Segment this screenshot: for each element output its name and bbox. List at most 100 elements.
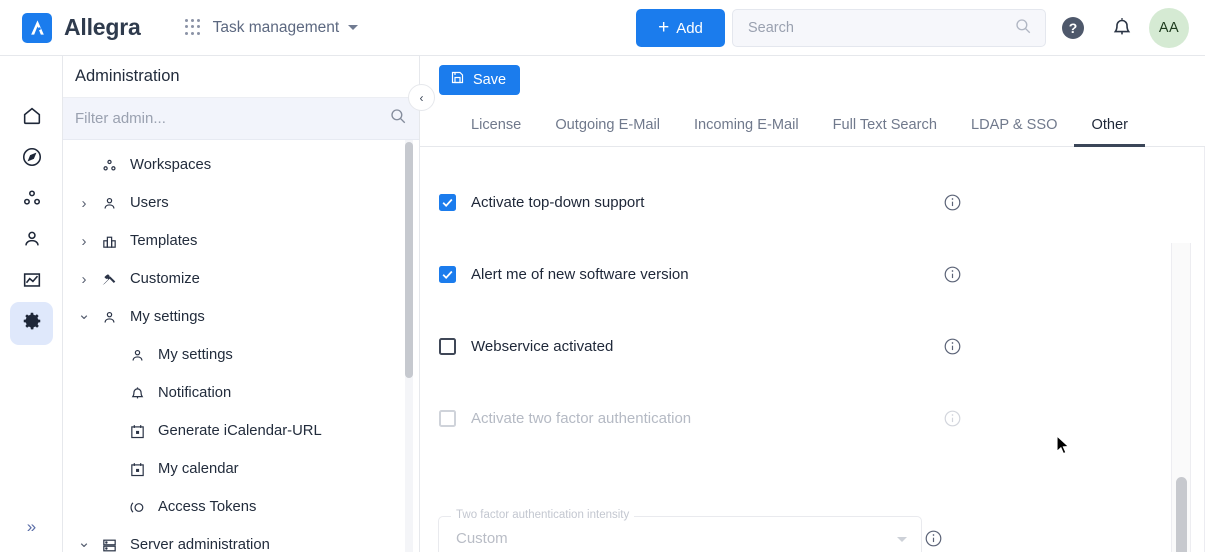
rail-expand-button[interactable]: » [10,510,53,544]
main-content: Save LicenseOutgoing E-MailIncoming E-Ma… [420,56,1205,552]
icon-rail: » [0,56,63,552]
two-factor-intensity-label: Two factor authentication intensity [451,509,634,521]
tab-ldap-sso[interactable]: LDAP & SSO [954,117,1075,147]
rail-item-people[interactable] [10,220,53,263]
bell-icon [123,385,151,402]
two-factor-intensity-value: Custom [456,530,508,547]
rail-item-reports[interactable] [10,261,53,304]
tree-item-customize[interactable]: › Customize [63,260,419,298]
floppy-disk-icon [450,70,465,89]
top-header-bar: Allegra Task management + Add ? [0,0,1205,56]
tree-item-label: Generate iCalendar-URL [158,423,322,439]
avatar[interactable]: AA [1149,8,1189,48]
tree-item-templates[interactable]: ›Templates [63,222,419,260]
admin-tree: ⌄Server administration Access Tokens My ca… [63,140,419,552]
info-icon[interactable] [943,193,962,217]
app-switcher-label[interactable]: Task management [213,19,340,37]
tree-item-workspaces[interactable]: Workspaces [63,146,419,184]
tree-item-label: Access Tokens [158,499,256,515]
info-icon [943,409,962,433]
bell-icon[interactable] [1110,15,1134,46]
search-input[interactable] [733,20,1014,36]
admin-filter[interactable] [63,98,419,140]
tree-item-label: Users [130,195,169,211]
templates-icon [95,233,123,250]
tab-license[interactable]: License [454,117,538,147]
chart-icon [21,269,43,296]
tab-incoming-e-mail[interactable]: Incoming E-Mail [677,117,816,147]
calendar-icon [123,423,151,440]
tree-item-generate-icalendar-url[interactable]: Generate iCalendar-URL [63,412,419,450]
info-icon[interactable] [943,337,962,361]
option-row: Alert me of new software version [439,263,949,285]
checkbox-activate-top-down-support[interactable] [439,194,456,211]
allegra-logo-icon[interactable] [22,13,52,43]
checkbox-webservice-activated[interactable] [439,338,456,355]
option-label: Activate top-down support [471,194,644,211]
tree-item-label: My settings [130,309,205,325]
tree-item-my-calendar[interactable]: My calendar [63,450,419,488]
help-circle-icon[interactable]: ? [1061,16,1085,45]
administration-sidebar: Administration ⌄Server administration Acc… [63,56,420,552]
option-row: Activate top-down support [439,191,949,213]
chevron-right-icon[interactable]: › [73,195,95,212]
two-factor-intensity-select[interactable]: Two factor authentication intensity Cust… [438,516,922,552]
tree-item-label: My calendar [158,461,239,477]
tab-outgoing-e-mail[interactable]: Outgoing E-Mail [538,117,677,147]
chevron-right-icon[interactable]: › [73,233,95,250]
tree-item-label: My settings [158,347,233,363]
nodes-icon [21,187,43,214]
tree-item-access-tokens[interactable]: Access Tokens [63,488,419,526]
add-button[interactable]: + Add [636,9,725,47]
chevron-down-icon[interactable]: ⌄ [73,305,95,323]
rail-item-settings[interactable] [10,302,53,345]
info-icon[interactable] [924,529,943,552]
tree-item-label: Notification [158,385,231,401]
home-icon [21,105,43,132]
chevron-down-icon[interactable] [348,25,358,30]
tree-item-label: Customize [130,271,200,287]
tools-icon [95,271,123,288]
token-icon [123,499,151,516]
sidebar-scrollbar-thumb[interactable] [405,142,413,378]
option-row: Activate two factor authentication [439,407,949,429]
checkbox-activate-two-factor-authentication [439,410,456,427]
tree-item-my-settings[interactable]: My settings [63,336,419,374]
search-icon[interactable] [1014,17,1032,40]
filter-admin-input[interactable] [75,110,389,127]
sidebar-collapse-button[interactable]: ‹ [408,84,435,111]
tree-item-notification[interactable]: Notification [63,374,419,412]
add-button-label: Add [676,20,703,37]
server-icon [95,537,123,552]
tree-item-server-administration[interactable]: ⌄Server administration [63,526,419,552]
chevron-down-icon[interactable]: ⌄ [73,533,95,551]
plus-icon: + [658,18,669,37]
app-grid-icon[interactable] [185,19,202,36]
tab-full-text-search[interactable]: Full Text Search [816,117,954,147]
svg-text:?: ? [1069,20,1078,36]
search-icon[interactable] [389,107,407,130]
person-icon [95,309,123,326]
chevron-down-icon[interactable] [897,537,907,542]
save-button[interactable]: Save [439,65,520,95]
rail-item-workspaces[interactable] [10,179,53,222]
rail-item-discover[interactable] [10,138,53,181]
info-icon[interactable] [943,265,962,289]
person-icon [21,228,43,255]
tree-item-users[interactable]: › Users [63,184,419,222]
chevron-right-icon[interactable]: › [73,271,95,288]
option-label: Activate two factor authentication [471,410,691,427]
brand-name: Allegra [64,14,141,41]
checkbox-alert-me-of-new-software-version[interactable] [439,266,456,283]
app-root: Allegra Task management + Add ? [0,0,1205,552]
settings-panel: Activate two factor authenticationWebser… [420,147,1205,552]
nodes-icon [95,157,123,174]
main-scrollbar-thumb[interactable] [1176,477,1187,552]
tab-other[interactable]: Other [1074,117,1145,147]
sidebar-title: Administration [63,56,419,98]
calendar-icon [123,461,151,478]
rail-item-home[interactable] [10,97,53,140]
tree-item-my-settings[interactable]: ⌄ My settings [63,298,419,336]
global-search[interactable] [732,9,1046,47]
gear-icon [21,310,43,337]
